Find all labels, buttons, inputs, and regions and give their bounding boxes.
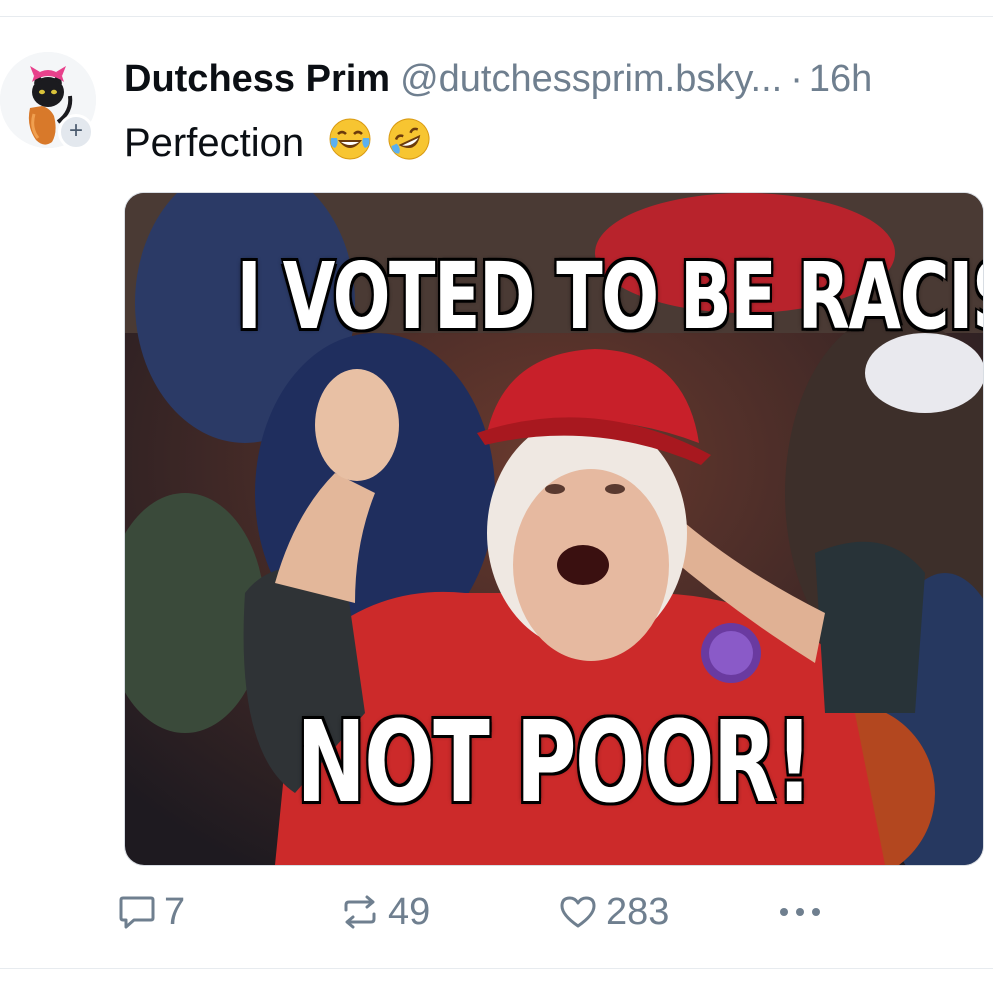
post-timestamp[interactable]: 16h	[809, 58, 872, 100]
repost-icon	[344, 895, 376, 929]
post-text: Perfection	[124, 116, 432, 173]
header-separator: ·	[790, 58, 803, 100]
author-display-name[interactable]: Dutchess Prim	[124, 58, 390, 100]
bottom-divider	[0, 968, 993, 969]
meme-top-caption: I VOTED TO BE RACIST	[236, 243, 984, 350]
like-count: 283	[606, 891, 670, 933]
repost-button[interactable]: 49	[340, 884, 430, 940]
follow-plus-icon[interactable]: +	[58, 114, 94, 150]
top-divider	[0, 16, 993, 17]
post-header: Dutchess Prim @dutchessprim.bsky... · 16h	[124, 56, 984, 106]
post-actions: 7 49 283	[118, 884, 978, 940]
like-button[interactable]: 283	[558, 884, 669, 940]
more-options-button[interactable]	[778, 884, 822, 940]
tears-of-joy-emoji-icon	[327, 116, 373, 173]
post-body: Perfection	[124, 121, 305, 165]
repost-count: 49	[388, 891, 431, 933]
reply-count: 7	[164, 891, 186, 933]
author-handle[interactable]: @dutchessprim.bsky...	[400, 58, 782, 100]
reply-icon	[119, 896, 155, 929]
meme-bottom-caption: NOT POOR!	[296, 698, 813, 828]
author-avatar[interactable]: +	[0, 44, 96, 154]
rolling-laughing-emoji-icon	[386, 116, 432, 173]
more-icon	[780, 908, 820, 916]
post-image[interactable]: I VOTED TO BE RACIST NOT POOR!	[124, 192, 984, 866]
heart-icon	[560, 896, 596, 928]
reply-button[interactable]: 7	[118, 884, 185, 940]
